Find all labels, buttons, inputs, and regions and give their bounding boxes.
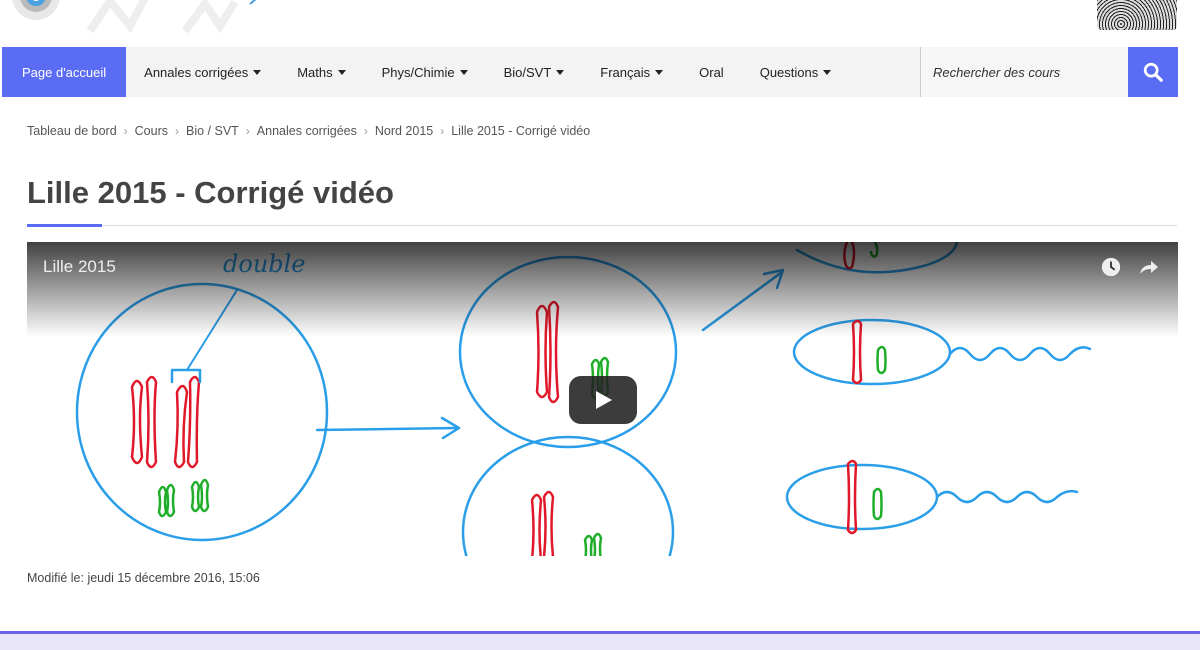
play-button[interactable] [569,376,637,424]
nav-questions[interactable]: Questions [742,47,850,97]
search-field[interactable] [920,47,1128,97]
nav-annales-label: Annales corrigées [144,64,249,80]
breadcrumb-annales[interactable]: Annales corrigées [257,124,357,138]
chevron-right-icon: › [363,124,368,138]
play-icon [596,391,612,409]
nav-bio-svt-label: Bio/SVT [503,64,552,80]
header-strip [0,0,1200,46]
caret-down-icon [823,69,832,75]
breadcrumb-bio-svt[interactable]: Bio / SVT [186,124,239,138]
title-accent-bar [27,224,102,227]
breadcrumb-nord-2015[interactable]: Nord 2015 [375,124,433,138]
nav-phys-chimie[interactable]: Phys/Chimie [364,47,486,97]
caret-down-icon [655,69,664,75]
nav-maths[interactable]: Maths [279,47,363,97]
chevron-right-icon: › [440,124,445,138]
page-title: Lille 2015 - Corrigé vidéo [27,175,394,210]
search-button[interactable] [1128,47,1178,97]
nav-questions-label: Questions [759,64,819,80]
title-divider [27,225,1177,226]
main-navbar: Page d'accueil Annales corrigées Maths P… [2,47,1178,97]
video-title[interactable]: Lille 2015 [43,257,116,277]
caret-down-icon [556,69,565,75]
chevron-right-icon: › [123,124,128,138]
video-player[interactable]: double Lille 2015 [27,242,1178,556]
footer-bar [0,631,1200,650]
site-logo[interactable] [0,0,70,20]
breadcrumb-cours[interactable]: Cours [135,124,168,138]
share-arrow-icon[interactable] [1136,255,1160,279]
breadcrumb-current[interactable]: Lille 2015 - Corrigé vidéo [451,124,590,138]
nav-oral-label: Oral [699,64,724,80]
video-top-gradient [27,242,1178,337]
nav-home[interactable]: Page d'accueil [2,47,127,97]
nav-francais[interactable]: Français [582,47,681,97]
breadcrumb: Tableau de bord › Cours › Bio / SVT › An… [27,124,590,138]
nav-annales[interactable]: Annales corrigées [126,47,279,97]
caret-down-icon [337,69,346,75]
nav-oral[interactable]: Oral [681,47,742,97]
search-input[interactable] [933,64,1128,80]
nav-maths-label: Maths [297,64,333,80]
caret-down-icon [253,69,262,75]
caret-down-icon [459,69,468,75]
chevron-right-icon: › [175,124,179,138]
nav-bio-svt[interactable]: Bio/SVT [486,47,583,97]
nav-francais-label: Français [600,64,651,80]
chevron-right-icon: › [245,124,250,138]
watch-later-clock-icon[interactable] [1100,256,1122,278]
nav-phys-chimie-label: Phys/Chimie [381,64,455,80]
breadcrumb-tableau-de-bord[interactable]: Tableau de bord [27,124,117,138]
fingerprint-image [1097,0,1177,30]
search-icon [1143,62,1163,82]
modified-date: Modifié le: jeudi 15 décembre 2016, 15:0… [27,571,260,585]
decorative-sketch [86,0,257,34]
